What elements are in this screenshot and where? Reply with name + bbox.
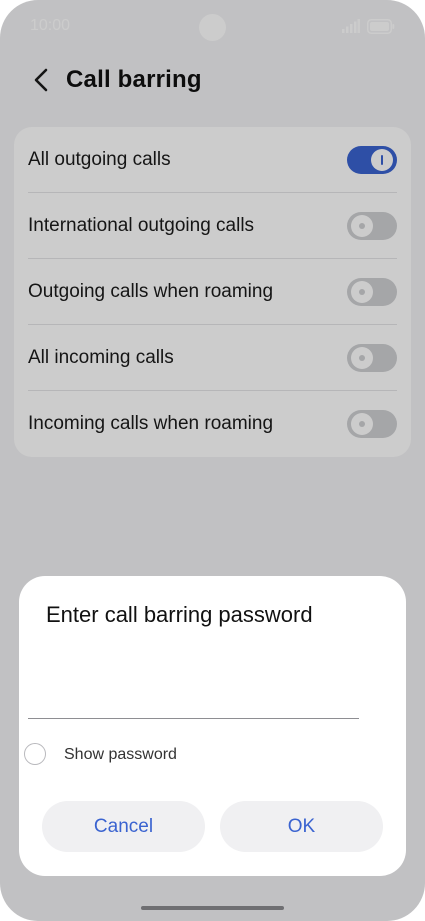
phone-screen: 10:00 Call barring All outgoing calls In… [0, 0, 425, 921]
cancel-button[interactable]: Cancel [42, 801, 205, 852]
dialog-title: Enter call barring password [46, 602, 313, 627]
show-password-radio[interactable] [24, 743, 46, 765]
show-password-label: Show password [64, 746, 177, 763]
home-indicator[interactable] [141, 906, 284, 910]
show-password-option[interactable]: Show password [24, 743, 224, 769]
password-input[interactable] [28, 680, 359, 719]
ok-button[interactable]: OK [220, 801, 383, 852]
